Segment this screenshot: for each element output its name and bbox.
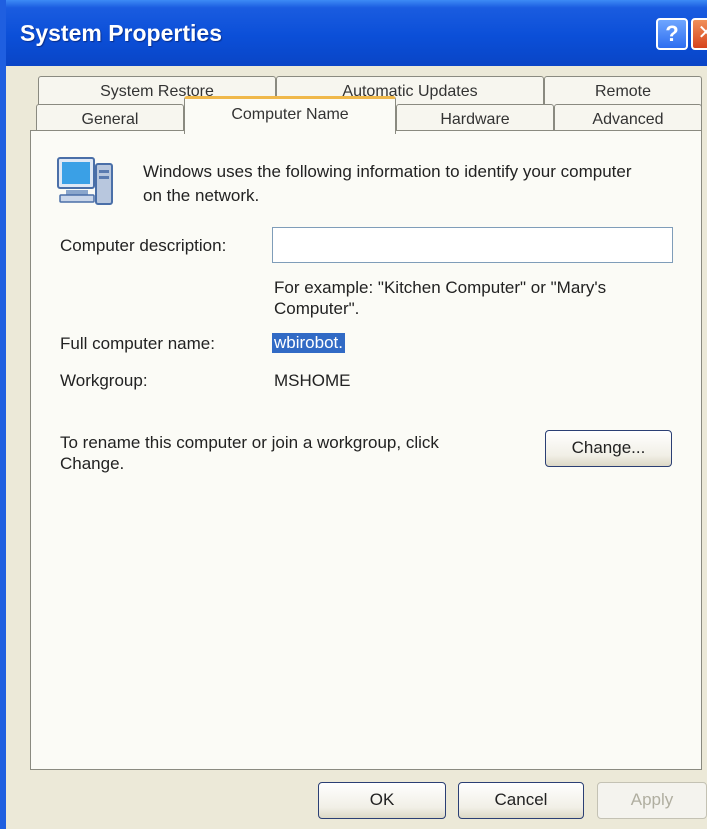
- workgroup-value: MSHOME: [274, 371, 351, 390]
- tab-computer-name[interactable]: Computer Name: [184, 96, 396, 134]
- window-title: System Properties: [20, 20, 222, 46]
- intro-text-line1: Windows uses the following information t…: [143, 162, 632, 181]
- help-icon[interactable]: ?: [656, 18, 688, 50]
- example-text-line2: Computer".: [274, 299, 360, 318]
- computer-description-label: Computer description:: [60, 236, 227, 255]
- rename-instructions-line2: Change.: [60, 454, 125, 473]
- full-computer-name-label: Full computer name:: [60, 334, 215, 353]
- cancel-button[interactable]: Cancel: [458, 782, 584, 819]
- full-computer-name-value[interactable]: wbirobot.: [272, 333, 345, 353]
- ok-button[interactable]: OK: [318, 782, 446, 819]
- intro-text-line2: on the network.: [143, 186, 260, 205]
- apply-button[interactable]: Apply: [597, 782, 707, 819]
- computer-icon: [57, 157, 113, 205]
- system-properties-window: System Properties ? ✕ System Restore Aut…: [0, 0, 707, 829]
- example-text-line1: For example: "Kitchen Computer" or "Mary…: [274, 278, 607, 297]
- change-button[interactable]: Change...: [545, 430, 672, 467]
- workgroup-label: Workgroup:: [60, 371, 148, 390]
- title-bar[interactable]: System Properties ? ✕: [6, 0, 707, 66]
- close-icon[interactable]: ✕: [691, 18, 707, 50]
- rename-instructions-line1: To rename this computer or join a workgr…: [60, 433, 439, 452]
- computer-description-field[interactable]: [272, 227, 673, 263]
